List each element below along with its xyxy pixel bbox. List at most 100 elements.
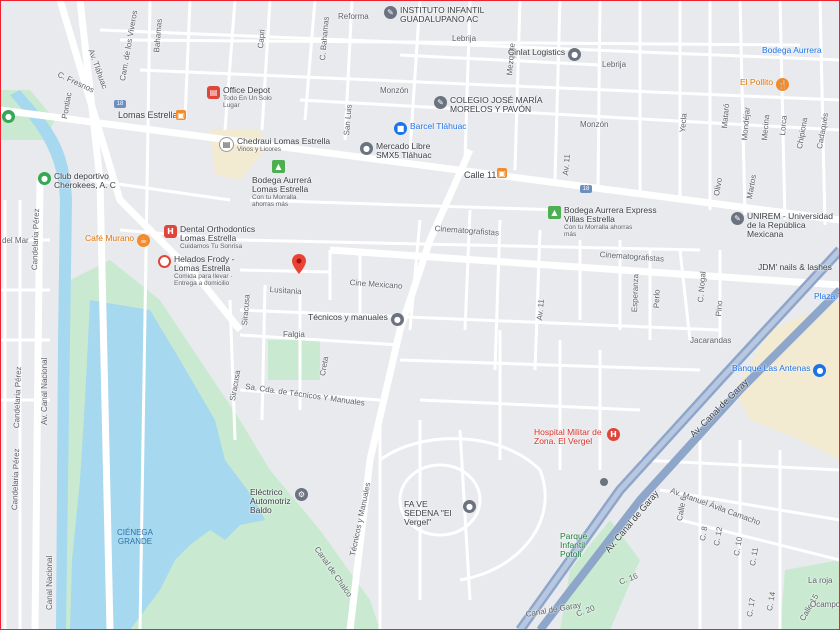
poi-fa-ve-sedena[interactable]: FA VE SEDENA "El Vergel" ●: [404, 500, 476, 527]
poi-plaza[interactable]: Plaza T: [814, 292, 840, 301]
street-perlo: Perlo: [652, 289, 662, 309]
street-monzon-2: Monzón: [580, 120, 609, 129]
route-shield-18-west: 18: [114, 100, 126, 108]
poi-name: COLEGIO JOSÉ MARÍA MORELOS Y PAVÓN: [450, 95, 543, 114]
fuel-icon: ▣: [176, 110, 186, 120]
street-av-11-b: Av. 11: [535, 298, 546, 321]
park-icon: ●: [38, 172, 51, 185]
poi-name: Parque Infantil Potoli: [560, 531, 588, 559]
street-canal-nacional-1: Av. Canal Nacional: [40, 357, 49, 425]
poi-name: Plaza T: [814, 291, 840, 301]
street-lorca: Lorca: [778, 115, 789, 136]
store-icon: ▤: [207, 86, 220, 99]
place-icon: ●: [463, 500, 476, 513]
poi-cafe-murano[interactable]: Café Murano ☕: [85, 233, 151, 247]
business-icon: ●: [568, 48, 582, 61]
street-pino: Pino: [714, 300, 725, 317]
poi-bodega-lomas-estrella[interactable]: ▲ Bodega Aurrerá Lomas Estrella Con tu M…: [252, 160, 312, 208]
lake-label: CIÉNEGA GRANDE: [116, 528, 153, 546]
fuel-marker[interactable]: ▣: [176, 110, 186, 120]
poi-instituto-infantil[interactable]: ✎ INSTITUTO INFANTIL GUADALUPANO AC: [384, 6, 520, 24]
poi-club-cherokees[interactable]: ● Club deportivo Cherokees, A. C: [38, 172, 116, 190]
poi-cinlat-logistics[interactable]: Cinlat Logistics ●: [508, 47, 582, 61]
store-icon: ▲: [272, 160, 285, 173]
poi-parque-potoli[interactable]: Parque Infantil Potoli: [560, 532, 600, 559]
poi-name: Banque Las Antenas: [732, 363, 811, 373]
hospital-icon: H: [164, 225, 177, 238]
place-icon: ●: [390, 313, 404, 326]
place-icon: [600, 478, 608, 486]
poi-name: Café Murano: [85, 233, 135, 243]
poi-name: Office Depot: [223, 85, 271, 95]
poi-colegio-morelos[interactable]: ✎ COLEGIO JOSÉ MARÍA MORELOS Y PAVÓN: [434, 96, 550, 114]
map-canvas[interactable]: 18 18 CIÉNEGA GRANDE Reforma Lebrija Leb…: [0, 0, 840, 630]
street-monzon-1: Monzón: [380, 86, 409, 95]
poi-name: Barcel Tláhuac: [410, 121, 467, 131]
poi-name: Club deportivo Cherokees, A. C: [54, 171, 116, 190]
street-esperanza: Esperanza: [630, 273, 641, 313]
poi-mercado-libre[interactable]: ● Mercado Libre SMX5 Tláhuac: [360, 142, 438, 160]
school-icon: ✎: [731, 212, 744, 225]
street-ocampo: Ocampo: [810, 600, 840, 609]
street-la-roja: La roja: [808, 576, 833, 585]
repair-icon: ⚙: [295, 488, 308, 501]
poi-name: Bodega Aurrerá Lomas Estrella: [252, 175, 312, 194]
sports-field: [268, 340, 320, 380]
school-icon: ✎: [434, 96, 447, 109]
poi-name: El Pollito: [740, 77, 774, 87]
street-lebrija-1: Lebrija: [452, 34, 477, 43]
store-icon: ▲: [548, 206, 561, 219]
fuel-marker-2[interactable]: ▣: [497, 168, 507, 178]
poi-name: Bodega Aurrera: [762, 45, 822, 55]
poi-name: Dental Orthodontics Lomas Estrella: [180, 224, 256, 243]
poi-name: Hospital Militar de Zona. El Vergel: [534, 427, 602, 446]
street-lebrija-2: Lebrija: [602, 60, 627, 69]
poi-electrico-baldo[interactable]: Eléctrico Automotriz Baldo ⚙: [250, 488, 308, 515]
business-icon: ●: [360, 142, 373, 155]
street-yecla: Yecla: [678, 112, 689, 133]
poi-name: Helados Frody - Lomas Estrella: [174, 254, 235, 273]
poi-name: Cinlat Logistics: [508, 47, 566, 57]
street-reforma: Reforma: [338, 12, 369, 21]
shopping-icon: ■: [394, 122, 407, 135]
route-shield-18-east: 18: [580, 185, 592, 193]
place-marker[interactable]: [600, 478, 608, 486]
poi-bodega-villas-estrella[interactable]: ▲ Bodega Aurrera Express Villas Estrella…: [548, 206, 664, 238]
poi-subtitle: Todo En Un Solo Lugar: [223, 95, 272, 109]
poi-name: INSTITUTO INFANTIL GUADALUPANO AC: [400, 5, 485, 24]
poi-el-pollito[interactable]: El Pollito 🍴: [740, 77, 790, 91]
poi-name: UNIREM - Universidad de la República Mex…: [747, 211, 833, 239]
poi-name: JDM' nails & lashes: [758, 262, 832, 272]
poi-dental-orthodontics[interactable]: H Dental Orthodontics Lomas Estrella Cui…: [164, 225, 260, 250]
street-av-11: Av. 11: [561, 153, 572, 176]
poi-subtitle: Con tu Morralla ahorras más: [564, 224, 633, 238]
poi-subtitle: Cuidamos Tu Sonrisa: [180, 243, 243, 250]
school-icon: ✎: [384, 6, 397, 19]
street-capri: Capri: [256, 28, 267, 49]
poi-barcel-tlahuac[interactable]: ■ Barcel Tláhuac: [394, 122, 467, 135]
poi-jdm-nails[interactable]: JDM' nails & lashes: [758, 263, 832, 272]
street-del-mar: del Mar: [2, 236, 29, 245]
park-icon: ●: [2, 110, 15, 123]
poi-office-depot[interactable]: ▤ Office Depot Todo En Un Solo Lugar: [207, 86, 273, 109]
poi-name: Eléctrico Automotriz Baldo: [250, 487, 291, 515]
street-canal-nacional-2: Canal Nacional: [45, 555, 54, 610]
poi-helados-frody[interactable]: Helados Frody - Lomas Estrella Comida pa…: [158, 255, 242, 287]
poi-name: Mercado Libre SMX5 Tláhuac: [376, 141, 432, 160]
hospital-icon: H: [607, 428, 620, 441]
poi-banque-antenas[interactable]: Banque Las Antenas ●: [732, 363, 827, 377]
poi-hospital-militar[interactable]: Hospital Militar de Zona. El Vergel H: [534, 428, 620, 446]
cafe-icon: ☕: [137, 234, 151, 247]
poi-subtitle: Con tu Morralla ahorras más: [252, 194, 297, 208]
poi-bodega-aurrera-top[interactable]: Bodega Aurrera: [762, 46, 822, 55]
store-icon: ▤: [219, 137, 234, 152]
poi-subtitle: Vinos y Licores: [237, 146, 281, 153]
street-jacarandas: Jacarandas: [690, 336, 732, 345]
poi-tecnicos-manuales[interactable]: Técnicos y manuales ●: [308, 313, 404, 326]
poi-chedraui[interactable]: ▤ Chedraui Lomas Estrella Vinos y Licore…: [219, 137, 330, 153]
street-falgia: Falgia: [283, 330, 305, 339]
fuel-icon: ▣: [497, 168, 507, 178]
poi-name: FA VE SEDENA "El Vergel": [404, 499, 452, 527]
poi-park-marker[interactable]: ●: [2, 110, 15, 123]
poi-unirem[interactable]: ✎ UNIREM - Universidad de la República M…: [731, 212, 840, 239]
